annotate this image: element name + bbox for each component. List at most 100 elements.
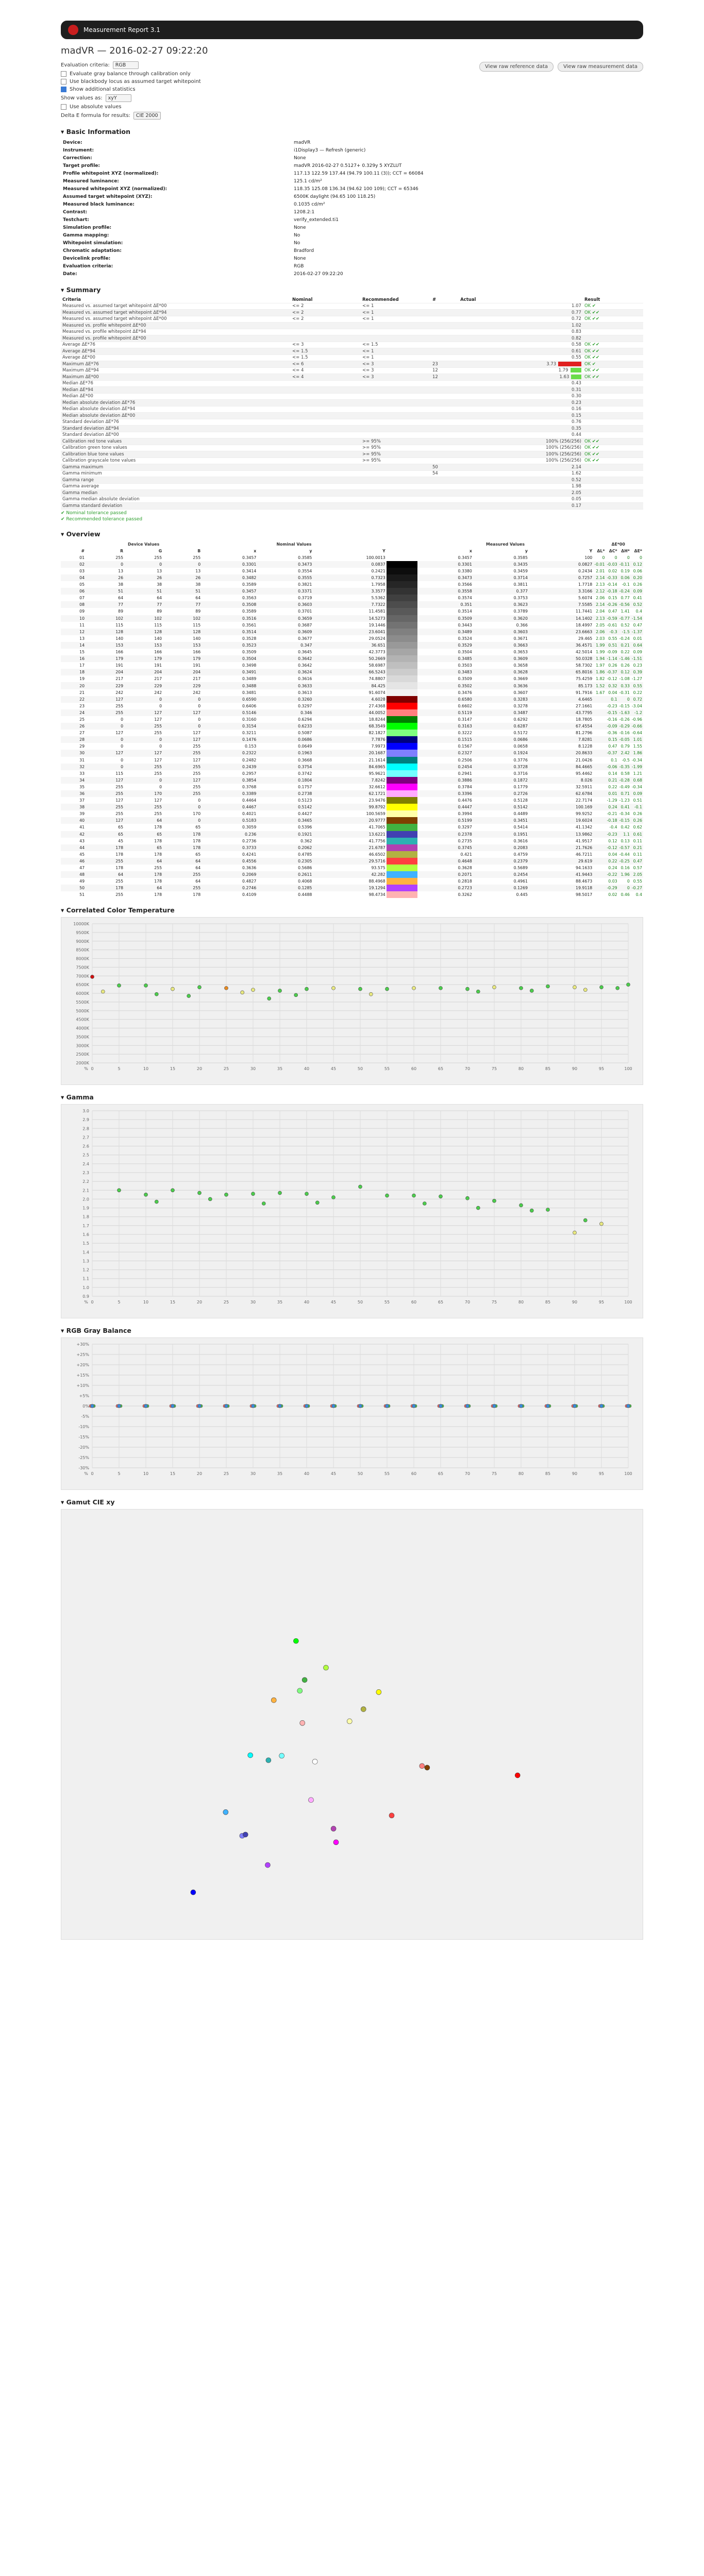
device-value: 38 — [118, 582, 124, 587]
device-value: 178 — [115, 845, 124, 850]
delta-value: 0.72 — [633, 697, 642, 702]
device-value: 65 — [118, 832, 124, 837]
measured-value: 0.3457 — [458, 555, 472, 560]
color-swatch — [386, 851, 417, 858]
patch-number: 15 — [79, 650, 85, 655]
nominal-value: 84.425 — [371, 683, 385, 688]
summary-cell — [291, 386, 361, 394]
delta-value: -0.06 — [607, 764, 617, 769]
gamma-point — [224, 1193, 228, 1197]
device-value: 178 — [193, 838, 201, 843]
blackbody-checkbox[interactable] — [61, 79, 66, 84]
nominal-value: 46.6502 — [368, 852, 385, 857]
y-tick-label: 1.1 — [82, 1277, 89, 1281]
info-value: 117.13 122.59 137.44 (94.79 100.11 (3));… — [294, 171, 424, 176]
patch-number: 49 — [79, 879, 85, 884]
delta-value — [593, 730, 606, 736]
device-value: 0 — [159, 697, 162, 702]
overview-row: 16 179 179 179 0.3504 0.3642 50.2669 0.3485 0.36… — [61, 655, 643, 663]
delta-formula-select[interactable]: CIE 2000 — [133, 112, 161, 120]
device-value: 229 — [115, 683, 124, 688]
basic-info-heading[interactable]: ▾ Basic Information — [61, 128, 643, 135]
measured-value: 5.6074 — [578, 596, 593, 601]
summary-row: Measured vs. profile whitepoint ΔE*94 0.8… — [61, 329, 643, 335]
summary-row: Median absolute deviation ΔE*94 0.16 — [61, 406, 643, 413]
gray-balance-checkbox[interactable] — [61, 71, 66, 77]
device-value: 65 — [157, 832, 162, 837]
delta-value: 0.41 — [621, 805, 630, 810]
device-value: 64 — [118, 596, 124, 601]
view-reference-data-button[interactable]: View raw reference data — [479, 62, 554, 72]
cct-point — [240, 990, 245, 995]
delta-value — [593, 770, 606, 777]
x-tick-label: 10 — [143, 1471, 148, 1476]
device-value: 217 — [154, 676, 162, 682]
view-measurement-data-button[interactable]: View raw measurement data — [558, 62, 643, 72]
gamut-heading[interactable]: ▾ Gamut CIE xy — [61, 1498, 643, 1506]
summary-cell: <= 2 — [291, 303, 361, 310]
delta-value: 0 — [602, 555, 605, 560]
measured-value: 0.3714 — [513, 575, 528, 581]
color-swatch — [386, 810, 417, 818]
measured-value: 0.3609 — [513, 656, 528, 662]
cct-chart: 10000K 9500K 9000K 8500K 8000K 7500K 7000K 6500… — [61, 917, 643, 1086]
info-row: Whitepoint simulation: No — [61, 239, 426, 247]
gamut-point — [419, 1763, 425, 1769]
gamma-point — [546, 1208, 550, 1212]
delta-value: -0.15 — [607, 710, 617, 715]
summary-row: Measured vs. assumed target whitepoint Δ… — [61, 316, 643, 323]
cct-point — [615, 986, 619, 991]
measured-value: 0.3435 — [513, 562, 528, 567]
patch-number: 35 — [79, 784, 85, 789]
additional-stats-checkbox[interactable] — [61, 87, 66, 92]
gray-balance-heading[interactable]: ▾ RGB Gray Balance — [61, 1327, 643, 1334]
nominal-value: 0.3642 — [298, 663, 312, 668]
device-value: 64 — [157, 596, 162, 601]
summary-cell — [582, 470, 643, 477]
summary-cell: <= 6 — [291, 361, 361, 368]
device-value: 255 — [193, 784, 201, 789]
device-value: 153 — [193, 642, 201, 648]
delta-value: 0.62 — [633, 825, 642, 830]
summary-cell — [361, 399, 431, 406]
x-tick-label: 85 — [545, 1300, 550, 1304]
summary-cell — [361, 464, 431, 471]
gamma-point — [208, 1197, 212, 1201]
show-values-select[interactable]: xyY — [105, 94, 131, 102]
x-tick-label: 60 — [411, 1066, 416, 1071]
overview-heading[interactable]: ▾ Overview — [61, 530, 643, 538]
overview-row: 25 0 127 0 0.3160 0.6294 18.8244 0.3147 0.6292 18… — [61, 716, 643, 723]
measured-value: 0.3262 — [458, 892, 472, 897]
x-tick-label: 85 — [545, 1471, 550, 1476]
delta-value: 0.19 — [621, 568, 630, 573]
delta-value: 0.22 — [608, 858, 617, 863]
summary-heading[interactable]: ▾ Summary — [61, 286, 643, 294]
delta-value: -1.37 — [631, 629, 642, 634]
summary-cell: 0.55 — [459, 354, 583, 361]
patch-number: 28 — [79, 737, 85, 742]
nominal-value: 0.362 — [300, 838, 312, 843]
cct-heading[interactable]: ▾ Correlated Color Temperature — [61, 906, 643, 914]
summary-cell: 54 — [431, 470, 459, 477]
delta-value — [593, 723, 606, 730]
summary-cell — [431, 386, 459, 394]
summary-cell: 0.61 — [459, 348, 583, 355]
summary-cell — [431, 477, 459, 484]
delta-value: 2.12 — [596, 589, 605, 594]
summary-cell — [291, 470, 361, 477]
overview-header-cell: ΔE* — [634, 548, 642, 553]
gamma-heading[interactable]: ▾ Gamma — [61, 1093, 643, 1101]
nominal-value: 0.1804 — [298, 777, 312, 783]
eval-criteria-select[interactable]: RGB — [112, 61, 139, 69]
delta-value: 0.16 — [621, 866, 630, 871]
summary-cell — [291, 335, 361, 342]
absolute-values-checkbox[interactable] — [61, 104, 66, 110]
measured-value: 8.1228 — [578, 744, 593, 749]
delta-value: 0 — [640, 555, 642, 560]
nominal-value: 0.2305 — [298, 858, 312, 863]
delta-value: -1.23 — [619, 798, 630, 803]
measured-value: 0.3443 — [458, 622, 472, 628]
summary-cell — [582, 496, 643, 503]
device-value: 178 — [193, 892, 201, 897]
measured-value: 0.3558 — [458, 589, 472, 594]
